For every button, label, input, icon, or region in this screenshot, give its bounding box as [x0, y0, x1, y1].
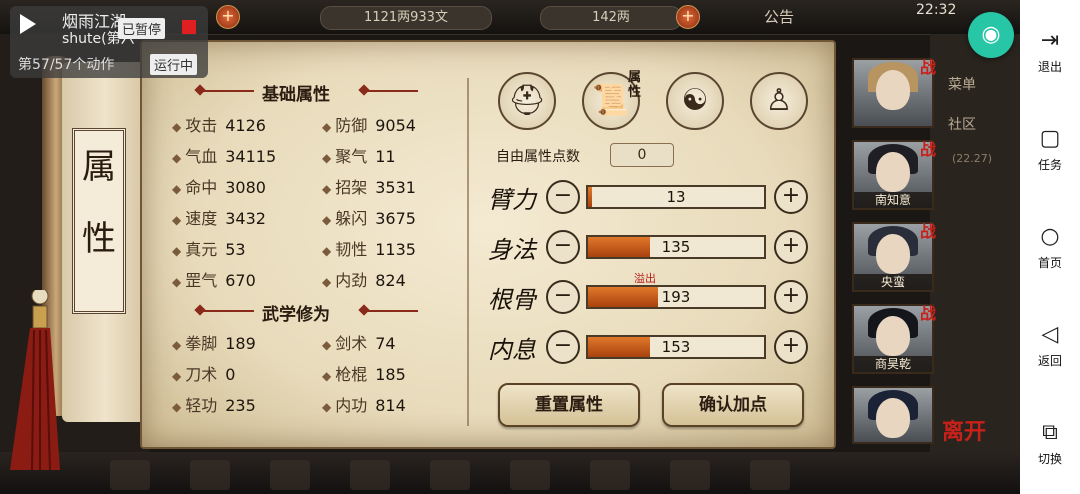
agility-minus-button[interactable]: −: [546, 230, 580, 264]
square-icon: ▢: [1039, 126, 1061, 151]
add-silver-icon[interactable]: +: [676, 5, 700, 29]
side-stamp: (22.27): [952, 152, 993, 165]
yin-yang-icon: ☯: [681, 83, 709, 118]
action-progress: 第57/57个动作: [18, 57, 115, 73]
ornament-right-2: [360, 310, 418, 312]
stop-icon[interactable]: [182, 20, 196, 34]
martial-section-title: 武学修为: [262, 305, 330, 325]
home-button[interactable]: ○ 首页: [1020, 224, 1080, 271]
straw-hat-icon: ⛑: [507, 83, 547, 118]
menu-link[interactable]: 菜单: [948, 74, 976, 94]
tab-bagua[interactable]: ☯: [666, 72, 724, 130]
free-points-value: 0: [610, 143, 674, 167]
stat-lightness: ◆ 轻功 235: [172, 396, 256, 415]
breath-plus-button[interactable]: +: [774, 330, 808, 364]
stat-sword: ◆ 剑术 74: [322, 334, 396, 353]
paused-badge: 已暂停: [118, 18, 166, 39]
confirm-points-button[interactable]: 确认加点: [662, 383, 804, 427]
stat-attack: ◆ 攻击 4126: [172, 116, 266, 135]
party-member-5[interactable]: [852, 386, 934, 444]
exit-icon: ⇥: [1040, 28, 1060, 53]
ornament-left-2: [196, 310, 254, 312]
panel-divider: [467, 78, 469, 426]
strength-minus-button[interactable]: −: [546, 180, 580, 214]
party-member-4[interactable]: 战 商昊乾: [852, 304, 936, 374]
add-icon[interactable]: +: [216, 5, 240, 29]
party-member-2[interactable]: 战 南知意: [852, 140, 936, 210]
stat-speed: ◆ 速度 3432: [172, 209, 266, 228]
free-points-label: 自由属性点数: [496, 149, 580, 165]
tab-equipment[interactable]: ⛑: [498, 72, 556, 130]
attr-name-breath: 内息: [488, 336, 536, 364]
notice-link[interactable]: 公告: [764, 6, 794, 27]
stat-toughness: ◆ 韧性 1135: [322, 240, 416, 259]
attr-name-strength: 臂力: [488, 186, 536, 214]
stat-zhenyuan: ◆ 真元 53: [172, 240, 246, 259]
scroll-icon: 📜: [592, 83, 630, 118]
reset-attributes-button[interactable]: 重置属性: [498, 383, 640, 427]
strength-plus-button[interactable]: +: [774, 180, 808, 214]
agility-bar: 135: [586, 235, 766, 259]
running-badge: 运行中: [150, 54, 198, 75]
game-right-area: 菜单 社区 (22.27): [930, 34, 1020, 452]
constitution-plus-button[interactable]: +: [774, 280, 808, 314]
overflow-label: 溢出: [634, 272, 656, 285]
tassel-icon: [10, 290, 60, 470]
silver-currency: 142两: [540, 6, 682, 30]
system-sidebar: ⇥ 退出 ▢ 任务 ○ 首页 ◁ 返回 ⧉ 切换: [1020, 0, 1080, 494]
stat-spear: ◆ 枪棍 185: [322, 365, 406, 384]
leave-button[interactable]: 离开: [942, 414, 986, 446]
game-bottom-bar: [0, 452, 1020, 494]
back-button[interactable]: ◁ 返回: [1020, 322, 1080, 369]
stat-neijin: ◆ 内劲 824: [322, 271, 406, 290]
play-icon[interactable]: [20, 14, 36, 34]
macro-recorder-overlay[interactable]: 烟雨江湖 shute(第六 已暂停 第57/57个动作 运行中: [10, 6, 208, 78]
constitution-minus-button[interactable]: −: [546, 280, 580, 314]
copper-currency: 1121两933文: [320, 6, 492, 30]
basic-section-title: 基础属性: [262, 85, 330, 105]
title-char-1: 属: [82, 147, 116, 187]
triangle-back-icon: ◁: [1041, 322, 1059, 347]
ornament-left: [196, 90, 254, 92]
wifi-icon[interactable]: ◉: [968, 12, 1014, 58]
stat-gangqi: ◆ 罡气 670: [172, 271, 256, 290]
title-char-2: 性: [82, 219, 116, 259]
switch-button[interactable]: ⧉ 切换: [1020, 420, 1080, 467]
body-icon: ♙: [765, 83, 793, 118]
attr-tab-label: 属性: [628, 70, 642, 100]
circle-icon: ○: [1040, 224, 1060, 249]
community-link[interactable]: 社区: [948, 114, 976, 134]
stat-hit: ◆ 命中 3080: [172, 178, 266, 197]
stat-blade: ◆ 刀术 0: [172, 365, 236, 384]
clock: 22:32: [916, 2, 957, 18]
vertical-title: 属 性: [72, 128, 126, 314]
strength-bar: 13: [586, 185, 766, 209]
party-member-3[interactable]: 战 央蛮: [852, 222, 936, 292]
task-button[interactable]: ▢ 任务: [1020, 126, 1080, 173]
breath-bar: 153: [586, 335, 766, 359]
ornament-right: [360, 90, 418, 92]
stat-hp: ◆ 气血 34115: [172, 147, 277, 166]
stat-defense: ◆ 防御 9054: [322, 116, 416, 135]
attr-name-constitution: 根骨: [488, 286, 536, 314]
stat-fist: ◆ 拳脚 189: [172, 334, 256, 353]
constitution-bar: 193: [586, 285, 766, 309]
switch-icon: ⧉: [1042, 420, 1058, 445]
agility-plus-button[interactable]: +: [774, 230, 808, 264]
party-member-1[interactable]: 战: [852, 58, 936, 128]
stat-parry: ◆ 招架 3531: [322, 178, 416, 197]
breath-minus-button[interactable]: −: [546, 330, 580, 364]
stat-dodge: ◆ 躲闪 3675: [322, 209, 416, 228]
stat-inner: ◆ 内功 814: [322, 396, 406, 415]
exit-button[interactable]: ⇥ 退出: [1020, 28, 1080, 75]
stat-gather: ◆ 聚气 11: [322, 147, 396, 166]
tab-meridian[interactable]: ♙: [750, 72, 808, 130]
attr-name-agility: 身法: [488, 236, 536, 264]
